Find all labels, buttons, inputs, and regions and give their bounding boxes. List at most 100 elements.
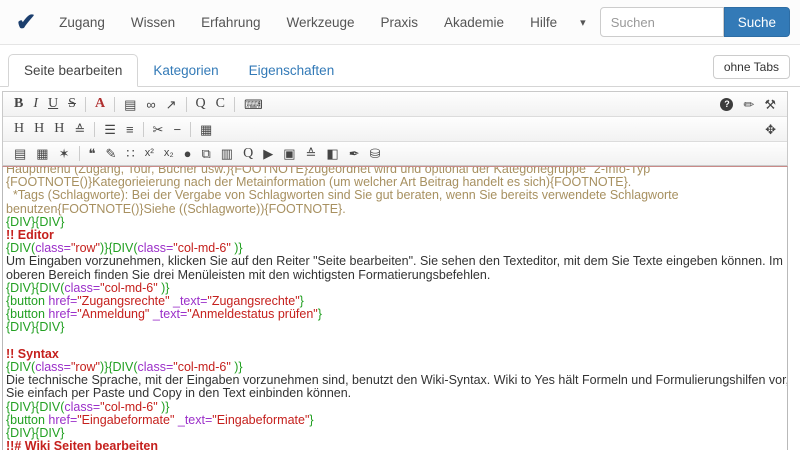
contrast-icon[interactable]: ◧ [321,147,343,160]
nav-item-akademie[interactable]: Akademie [431,7,517,38]
syntax-segment-green: } [300,294,304,308]
toolbar-row2-left: HHH≙☰≡✂−▦ [9,122,217,137]
strikethrough-icon[interactable]: S [63,97,81,111]
syntax-segment-green: )}{DIV( [100,360,138,374]
syntax-segment-green: } [318,307,322,321]
syntax-segment-green: )} [234,360,242,374]
nav-item-werkzeuge[interactable]: Werkzeuge [273,7,367,38]
help-icon[interactable]: ? [720,98,733,111]
table-icon[interactable]: ▦ [195,123,217,136]
media-icon[interactable]: ▣ [278,147,300,160]
syntax-segment-redbold: !! Syntax [6,347,59,361]
site-logo-checkmark-icon[interactable]: ✔ [16,8,36,37]
syntax-segment-green: {button [6,413,48,427]
toolbar-separator [85,97,86,112]
play-icon[interactable]: ▶ [258,147,278,160]
nav-item-praxis[interactable]: Praxis [368,7,432,38]
tab-strip: Seite bearbeitenKategorienEigenschaften … [0,54,800,87]
editor-line[interactable]: benutzen{FOOTNOTE()}Siehe ((Schlagworte)… [6,203,784,216]
toolbar-separator [79,146,80,161]
admin-wrench-icon[interactable]: ⚒ [759,98,781,111]
numbered-list-icon[interactable]: ≡ [121,123,139,136]
wiki-text-editor[interactable]: Hauptmenü (Zugang, Tour, Bücher usw.){FO… [2,166,788,450]
syntax-segment-red: "Eingabeformate" [212,413,309,427]
syntax-segment-red: "Zugangsrechte" [207,294,299,308]
nav-item-hilfe[interactable]: Hilfe [517,7,570,38]
plugin-box-icon[interactable]: ▤ [9,147,31,160]
syntax-segment-green: )} [161,400,169,414]
wizard-wand-icon[interactable]: ✶ [54,147,75,160]
find-icon[interactable]: Q [238,147,258,161]
link-icon[interactable]: ∞ [141,98,160,111]
nav-item-erfahrung[interactable]: Erfahrung [188,7,273,38]
syntax-segment-purple: _text= [149,307,187,321]
editor-line[interactable]: {button href="Eingabeformate" _text="Ein… [6,414,784,427]
special-chars-icon[interactable]: ∷ [121,147,139,160]
syntax-segment-green: {DIV}{DIV} [6,215,64,229]
syntax-segment-text: Sie einfach per Paste und Copy in den Te… [6,386,351,400]
ohne-tabs-button[interactable]: ohne Tabs [713,55,790,79]
toolbar-row1-right: ? ✏⚒ [715,98,781,111]
fullscreen-icon[interactable]: ✥ [760,123,781,136]
syntax-segment-red: "Anmeldestatus prüfen" [187,307,317,321]
syntax-segment-redbold: !!# Wiki Seiten bearbeiten [6,439,158,450]
syntax-segment-green: {DIV}{DIV( [6,400,64,414]
toolbar-row-2: HHH≙☰≡✂−▦ ✥ [3,117,787,142]
bold-icon[interactable]: B [9,97,28,111]
superscript-icon[interactable]: x² [140,148,159,159]
keyboard-icon[interactable]: ⌨ [239,98,268,111]
editor-line[interactable]: {button href="Anmeldung" _text="Anmeldes… [6,308,784,321]
edit-pencil-icon[interactable]: ✏ [738,98,759,111]
heading2-icon[interactable]: H [29,122,49,136]
syntax-segment-purple: class= [64,281,100,295]
external-link-icon[interactable]: ↗ [161,98,182,111]
syntax-segment-green: {button [6,294,48,308]
draw-icon[interactable]: ✎ [101,147,122,160]
tabs-container: Seite bearbeitenKategorienEigenschaften [8,54,349,86]
cut-icon[interactable]: ✂ [148,123,169,136]
syntax-segment-green: {DIV( [6,241,35,255]
heading3-icon[interactable]: H [49,122,69,136]
search-button[interactable]: Suche [724,7,790,37]
subscript-icon[interactable]: x₂ [159,148,179,159]
archive-icon[interactable]: ▥ [216,147,238,160]
syntax-segment-purple: class= [35,241,71,255]
search-replace-icon[interactable]: Q [191,97,211,111]
menu-chevron-down-icon[interactable]: ▾ [570,8,596,37]
syntax-segment-tan: benutzen{FOOTNOTE()}Siehe ((Schlagworte)… [6,202,346,216]
editor-line[interactable]: !!# Wiki Seiten bearbeiten [6,440,784,450]
editor-line[interactable]: {DIV}{DIV} [6,321,784,334]
toolbar-separator [234,97,235,112]
syntax-segment-green: {DIV( [6,360,35,374]
redo-icon[interactable]: C [211,97,230,111]
align-icon[interactable]: ≙ [301,147,322,160]
horizontal-rule-icon[interactable]: − [168,123,186,136]
editor-line[interactable]: {DIV}{DIV} [6,216,784,229]
syntax-segment-purple: class= [35,360,71,374]
toolbar-separator [190,122,191,137]
fancytable-icon[interactable]: ▦ [31,147,53,160]
layers-icon[interactable]: ⛁ [365,147,386,160]
tab-kategorien[interactable]: Kategorien [138,55,233,86]
tab-eigenschaften[interactable]: Eigenschaften [234,55,350,86]
image-icon[interactable]: ▤ [119,98,141,111]
search-group: Suche [600,7,790,37]
editor-line[interactable] [6,335,784,348]
title-bar-icon[interactable]: ≙ [69,123,90,136]
copy-icon[interactable]: ⧉ [197,147,216,160]
syntax-segment-redbold: !! Editor [6,228,54,242]
top-navbar: ✔ ZugangWissenErfahrungWerkzeugePraxisAk… [0,0,800,45]
tab-seite-bearbeiten[interactable]: Seite bearbeiten [8,54,138,87]
search-input[interactable] [600,7,724,37]
italic-icon[interactable]: I [28,97,43,111]
nav-item-zugang[interactable]: Zugang [46,7,118,38]
nav-item-wissen[interactable]: Wissen [118,7,188,38]
toolbar-separator [186,97,187,112]
heading1-icon[interactable]: H [9,122,29,136]
comment-icon[interactable]: ● [179,147,197,160]
quote-icon[interactable]: ❝ [84,147,101,160]
bullet-list-icon[interactable]: ☰ [99,123,121,136]
text-color-icon[interactable]: A [90,97,110,111]
underline-icon[interactable]: U [43,97,63,111]
brush-icon[interactable]: ✒ [344,147,365,160]
